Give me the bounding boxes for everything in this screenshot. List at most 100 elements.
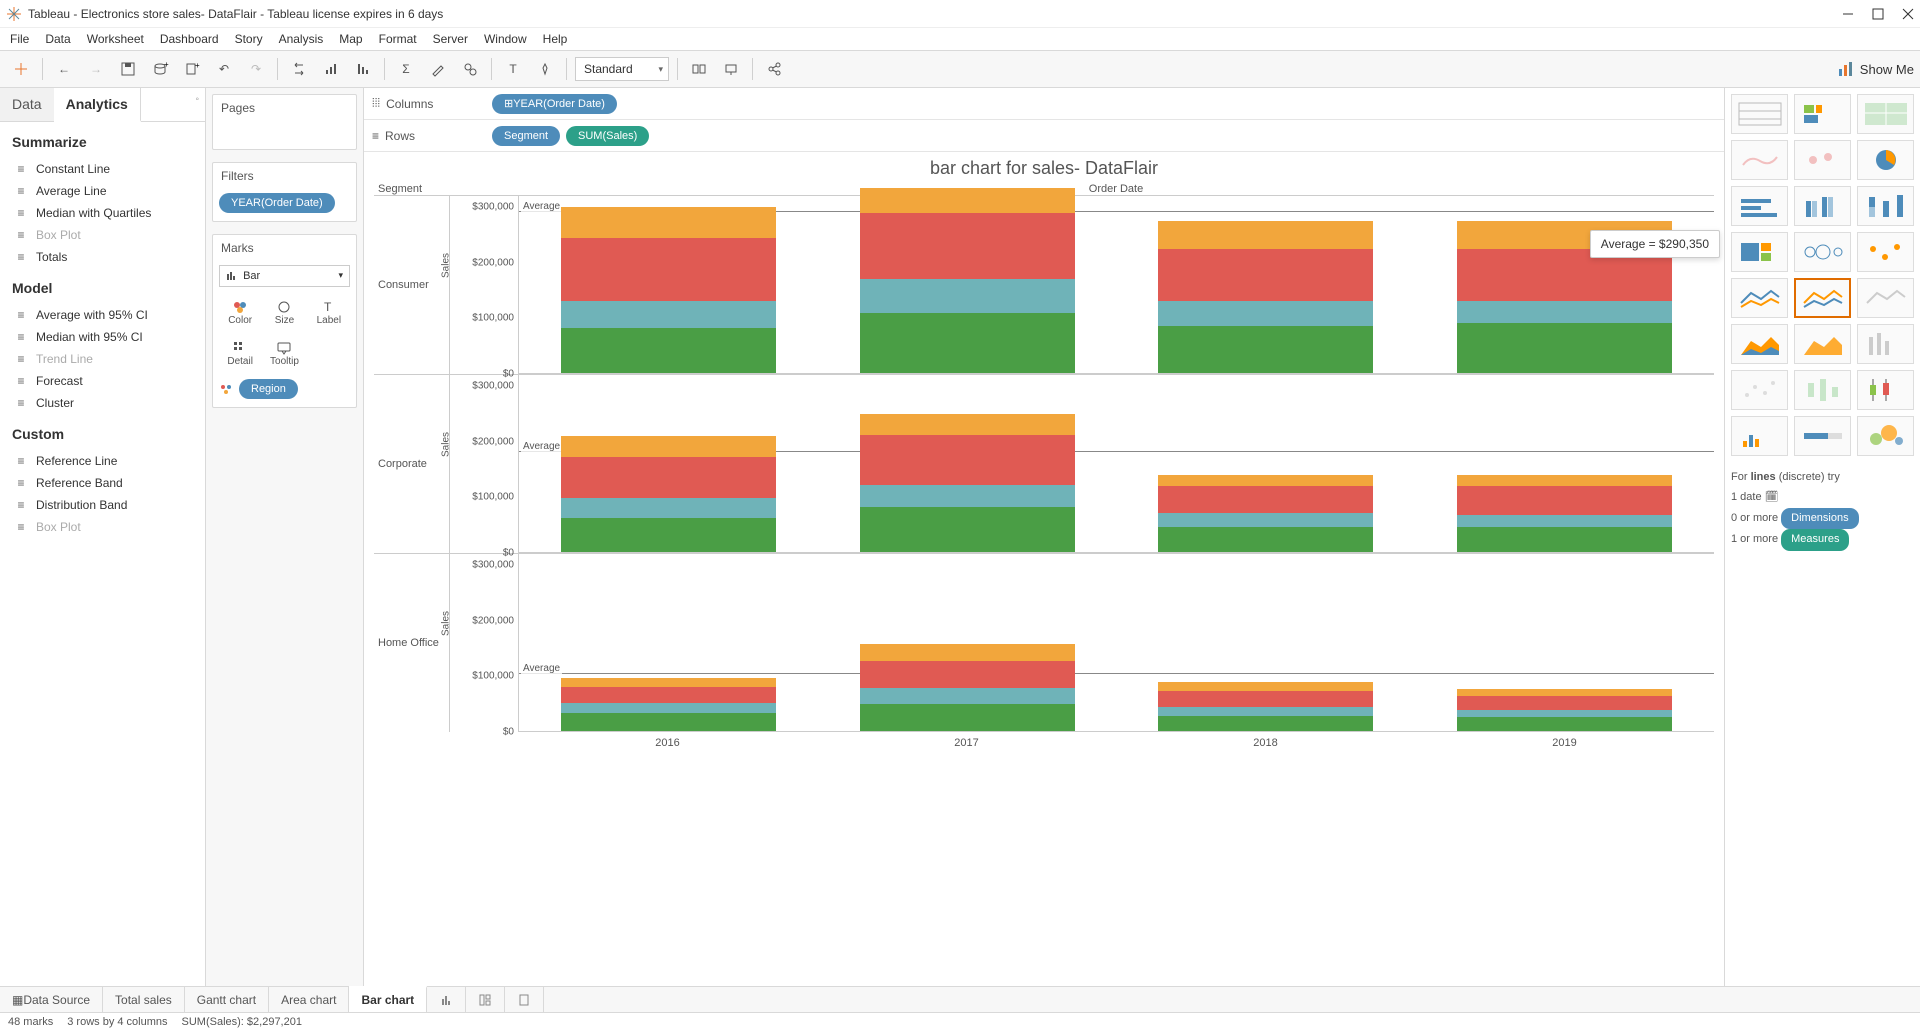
showme-thumb-11[interactable] xyxy=(1857,232,1914,272)
sort-desc-button[interactable] xyxy=(350,56,376,82)
collapse-panel-icon[interactable]: ◦ xyxy=(189,88,205,121)
tab-gantt-chart[interactable]: Gantt chart xyxy=(185,987,269,1012)
marks-tooltip[interactable]: Tooltip xyxy=(263,334,305,373)
close-button[interactable] xyxy=(1902,8,1914,20)
summarize-item-0[interactable]: ≡Constant Line xyxy=(0,158,205,180)
share-icon[interactable] xyxy=(761,56,787,82)
showme-thumb-3[interactable] xyxy=(1731,140,1788,180)
bar-segment[interactable] xyxy=(1457,486,1672,515)
marks-color-pill-region[interactable]: Region xyxy=(239,379,298,399)
custom-item-1[interactable]: ≡Reference Band xyxy=(0,472,205,494)
menu-map[interactable]: Map xyxy=(339,32,362,46)
pin-icon[interactable] xyxy=(532,56,558,82)
menu-story[interactable]: Story xyxy=(235,32,263,46)
custom-item-0[interactable]: ≡Reference Line xyxy=(0,450,205,472)
menu-analysis[interactable]: Analysis xyxy=(279,32,324,46)
menu-data[interactable]: Data xyxy=(45,32,70,46)
columns-shelf[interactable]: ⦙⦙⦙Columns ⊞ YEAR(Order Date) xyxy=(364,88,1724,120)
custom-item-2[interactable]: ≡Distribution Band xyxy=(0,494,205,516)
new-story-tab[interactable] xyxy=(505,987,544,1012)
bar-segment[interactable] xyxy=(860,644,1075,662)
bar-segment[interactable] xyxy=(561,328,776,373)
bar-segment[interactable] xyxy=(1457,696,1672,710)
showme-thumb-0[interactable] xyxy=(1731,94,1788,134)
showme-thumb-18[interactable] xyxy=(1731,370,1788,410)
tab-data-source[interactable]: ▦ Data Source xyxy=(0,987,103,1012)
group-icon[interactable] xyxy=(457,56,483,82)
bar-segment[interactable] xyxy=(860,485,1075,507)
chart-view[interactable]: bar chart for sales- DataFlair Segment O… xyxy=(364,152,1724,986)
tab-bar-chart[interactable]: Bar chart xyxy=(349,986,427,1012)
showme-thumb-14[interactable] xyxy=(1857,278,1914,318)
bar-segment[interactable] xyxy=(561,238,776,302)
highlight-icon[interactable] xyxy=(425,56,451,82)
filter-pill-year[interactable]: YEAR(Order Date) xyxy=(219,193,335,213)
bar-segment[interactable] xyxy=(1158,527,1373,552)
menu-server[interactable]: Server xyxy=(433,32,468,46)
bar-segment[interactable] xyxy=(561,687,776,704)
tab-area-chart[interactable]: Area chart xyxy=(269,987,349,1012)
summarize-item-4[interactable]: ≡Totals xyxy=(0,246,205,268)
sort-asc-button[interactable] xyxy=(318,56,344,82)
marks-color[interactable]: Color xyxy=(219,293,261,332)
bar-segment[interactable] xyxy=(1158,691,1373,708)
menu-worksheet[interactable]: Worksheet xyxy=(87,32,144,46)
bar-segment[interactable] xyxy=(1457,527,1672,552)
showme-thumb-17[interactable] xyxy=(1857,324,1914,364)
menu-help[interactable]: Help xyxy=(543,32,568,46)
tab-analytics[interactable]: Analytics xyxy=(54,88,141,122)
summarize-item-2[interactable]: ≡Median with Quartiles xyxy=(0,202,205,224)
bar-segment[interactable] xyxy=(1158,682,1373,690)
bar-segment[interactable] xyxy=(1158,716,1373,731)
bar-segment[interactable] xyxy=(860,313,1075,373)
show-me-button[interactable]: Show Me xyxy=(1838,61,1914,77)
bar-segment[interactable] xyxy=(860,688,1075,705)
rows-pill-segment[interactable]: Segment xyxy=(492,126,560,146)
showme-thumb-16[interactable] xyxy=(1794,324,1851,364)
bar-segment[interactable] xyxy=(1158,513,1373,527)
menu-file[interactable]: File xyxy=(10,32,29,46)
bar-segment[interactable] xyxy=(1457,710,1672,717)
showme-thumb-21[interactable] xyxy=(1731,416,1788,456)
showme-thumb-5[interactable] xyxy=(1857,140,1914,180)
back-button[interactable]: ← xyxy=(51,56,77,82)
marks-type-dropdown[interactable]: Bar xyxy=(219,265,350,287)
bar-segment[interactable] xyxy=(561,207,776,237)
menu-dashboard[interactable]: Dashboard xyxy=(160,32,219,46)
bar-segment[interactable] xyxy=(1457,717,1672,731)
tab-total-sales[interactable]: Total sales xyxy=(103,987,185,1012)
showme-thumb-8[interactable] xyxy=(1857,186,1914,226)
showme-thumb-15[interactable] xyxy=(1731,324,1788,364)
bar-segment[interactable] xyxy=(1158,486,1373,514)
showme-thumb-2[interactable] xyxy=(1857,94,1914,134)
totals-button[interactable]: Σ xyxy=(393,56,419,82)
menu-window[interactable]: Window xyxy=(484,32,527,46)
presentation-icon[interactable] xyxy=(718,56,744,82)
bar-segment[interactable] xyxy=(1158,221,1373,249)
bar-segment[interactable] xyxy=(860,188,1075,213)
model-item-1[interactable]: ≡Median with 95% CI xyxy=(0,326,205,348)
undo-button[interactable]: ↶ xyxy=(211,56,237,82)
bar-segment[interactable] xyxy=(561,518,776,552)
new-dashboard-tab[interactable] xyxy=(466,987,505,1012)
showme-thumb-12[interactable] xyxy=(1731,278,1788,318)
model-item-0[interactable]: ≡Average with 95% CI xyxy=(0,304,205,326)
bar-segment[interactable] xyxy=(1158,301,1373,326)
showme-thumb-13[interactable] xyxy=(1794,278,1851,318)
showme-thumb-23[interactable] xyxy=(1857,416,1914,456)
rows-shelf[interactable]: ≡Rows Segment SUM(Sales) xyxy=(364,120,1724,152)
showme-thumb-7[interactable] xyxy=(1794,186,1851,226)
bar-segment[interactable] xyxy=(561,703,776,713)
tableau-icon[interactable] xyxy=(8,56,34,82)
bar-segment[interactable] xyxy=(561,457,776,498)
showme-thumb-10[interactable] xyxy=(1794,232,1851,272)
bar-segment[interactable] xyxy=(561,498,776,517)
forward-button[interactable]: → xyxy=(83,56,109,82)
labels-icon[interactable]: T xyxy=(500,56,526,82)
model-item-4[interactable]: ≡Cluster xyxy=(0,392,205,414)
showme-thumb-9[interactable] xyxy=(1731,232,1788,272)
bar-segment[interactable] xyxy=(1158,249,1373,302)
bar-segment[interactable] xyxy=(860,661,1075,688)
maximize-button[interactable] xyxy=(1872,8,1884,20)
marks-size[interactable]: Size xyxy=(263,293,305,332)
